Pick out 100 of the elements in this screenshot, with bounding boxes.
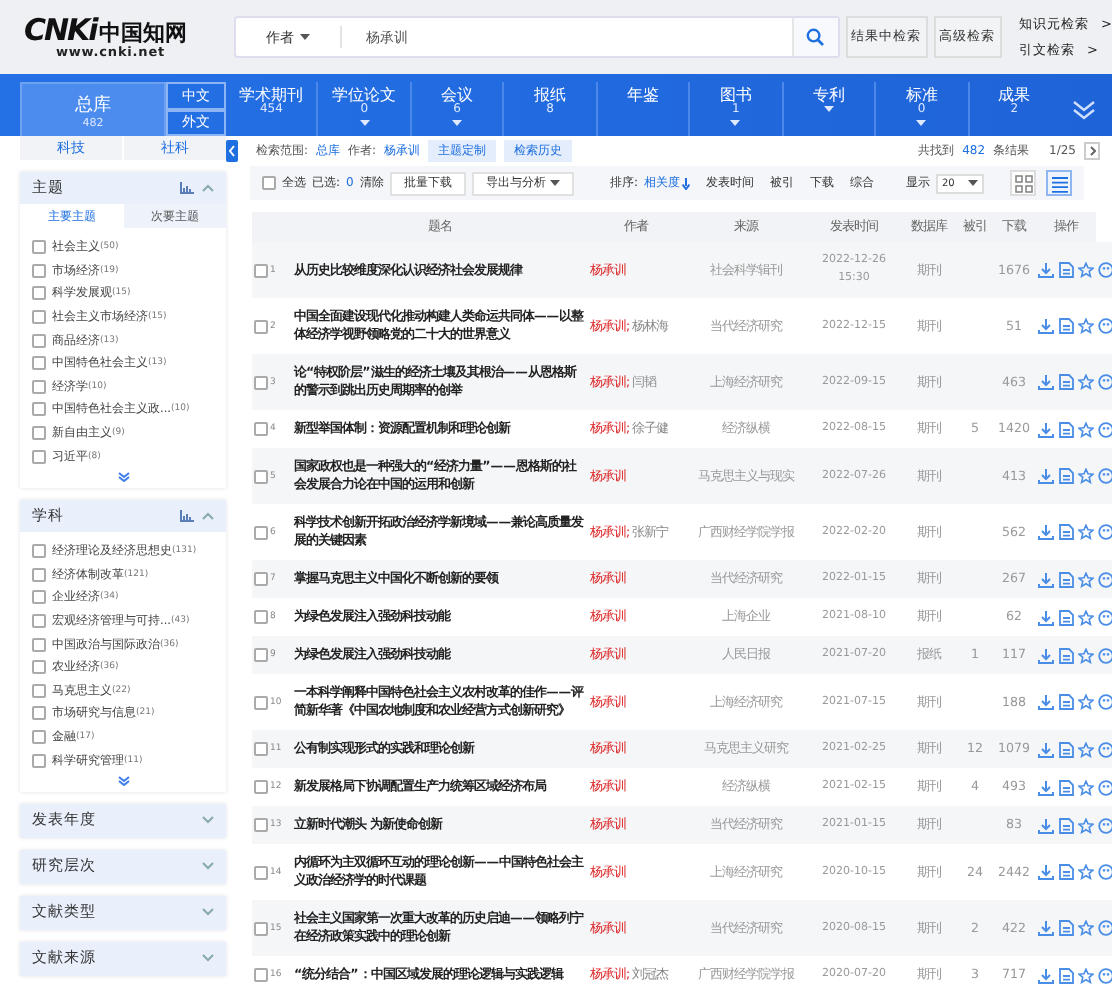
download-icon[interactable] xyxy=(1038,741,1054,757)
list-view-button[interactable] xyxy=(1046,170,1072,196)
checkbox[interactable] xyxy=(254,921,268,935)
download-icon[interactable] xyxy=(1038,262,1054,278)
download-icon[interactable] xyxy=(1038,571,1054,587)
checkbox[interactable] xyxy=(32,637,46,652)
database-tab[interactable]: 专利 xyxy=(783,82,877,136)
quote-icon[interactable] xyxy=(1098,262,1112,278)
document-icon[interactable] xyxy=(1058,609,1074,625)
checkbox[interactable] xyxy=(32,333,46,348)
download-icon[interactable] xyxy=(1038,421,1054,437)
checkbox[interactable] xyxy=(32,310,46,325)
star-icon[interactable] xyxy=(1078,694,1094,710)
checkbox[interactable] xyxy=(254,648,268,662)
star-icon[interactable] xyxy=(1078,468,1094,484)
checkbox[interactable] xyxy=(254,742,268,756)
checkbox[interactable] xyxy=(254,610,268,624)
star-icon[interactable] xyxy=(1078,920,1094,936)
download-icon[interactable] xyxy=(1038,524,1054,540)
next-page-button[interactable] xyxy=(1084,141,1100,159)
star-icon[interactable] xyxy=(1078,864,1094,880)
quote-icon[interactable] xyxy=(1098,609,1112,625)
checkbox[interactable] xyxy=(254,375,268,389)
checkbox[interactable] xyxy=(254,865,268,879)
download-icon[interactable] xyxy=(1038,779,1054,795)
star-icon[interactable] xyxy=(1078,741,1094,757)
quote-icon[interactable] xyxy=(1098,920,1112,936)
grid-view-button[interactable] xyxy=(1010,170,1036,196)
checkbox[interactable] xyxy=(32,449,46,464)
checkbox[interactable] xyxy=(32,683,46,698)
checkbox[interactable] xyxy=(32,263,46,278)
document-icon[interactable] xyxy=(1058,817,1074,833)
checkbox[interactable] xyxy=(32,240,46,255)
star-icon[interactable] xyxy=(1078,318,1094,334)
document-icon[interactable] xyxy=(1058,920,1074,936)
checkbox[interactable] xyxy=(32,660,46,675)
document-icon[interactable] xyxy=(1058,468,1074,484)
download-icon[interactable] xyxy=(1038,920,1054,936)
quote-icon[interactable] xyxy=(1098,647,1112,663)
checkbox[interactable] xyxy=(254,469,268,483)
quote-icon[interactable] xyxy=(1098,694,1112,710)
download-icon[interactable] xyxy=(1038,374,1054,390)
download-icon[interactable] xyxy=(1038,609,1054,625)
checkbox[interactable] xyxy=(262,176,276,190)
star-icon[interactable] xyxy=(1078,374,1094,390)
checkbox[interactable] xyxy=(254,572,268,586)
search-button[interactable] xyxy=(791,18,838,56)
download-icon[interactable] xyxy=(1038,817,1054,833)
download-icon[interactable] xyxy=(1038,694,1054,710)
checkbox[interactable] xyxy=(32,379,46,394)
checkbox[interactable] xyxy=(254,263,268,277)
star-icon[interactable] xyxy=(1078,421,1094,437)
quote-icon[interactable] xyxy=(1098,817,1112,833)
quote-icon[interactable] xyxy=(1098,421,1112,437)
star-icon[interactable] xyxy=(1078,262,1094,278)
document-icon[interactable] xyxy=(1058,864,1074,880)
quote-icon[interactable] xyxy=(1098,779,1112,795)
document-icon[interactable] xyxy=(1058,967,1074,983)
star-icon[interactable] xyxy=(1078,647,1094,663)
quote-icon[interactable] xyxy=(1098,571,1112,587)
checkbox[interactable] xyxy=(254,818,268,832)
checkbox[interactable] xyxy=(32,706,46,721)
star-icon[interactable] xyxy=(1078,817,1094,833)
document-icon[interactable] xyxy=(1058,694,1074,710)
checkbox[interactable] xyxy=(32,590,46,605)
document-icon[interactable] xyxy=(1058,524,1074,540)
star-icon[interactable] xyxy=(1078,967,1094,983)
star-icon[interactable] xyxy=(1078,571,1094,587)
checkbox[interactable] xyxy=(254,319,268,333)
checkbox[interactable] xyxy=(254,968,268,982)
checkbox[interactable] xyxy=(254,695,268,709)
checkbox[interactable] xyxy=(32,567,46,582)
checkbox[interactable] xyxy=(254,780,268,794)
quote-icon[interactable] xyxy=(1098,468,1112,484)
database-tab[interactable]: 年鉴 xyxy=(597,82,691,136)
document-icon[interactable] xyxy=(1058,571,1074,587)
download-icon[interactable] xyxy=(1038,967,1054,983)
checkbox[interactable] xyxy=(32,402,46,417)
quote-icon[interactable] xyxy=(1098,524,1112,540)
quote-icon[interactable] xyxy=(1098,967,1112,983)
document-icon[interactable] xyxy=(1058,741,1074,757)
quote-icon[interactable] xyxy=(1098,318,1112,334)
star-icon[interactable] xyxy=(1078,609,1094,625)
checkbox[interactable] xyxy=(32,544,46,559)
quote-icon[interactable] xyxy=(1098,741,1112,757)
checkbox[interactable] xyxy=(32,426,46,441)
download-icon[interactable] xyxy=(1038,318,1054,334)
download-icon[interactable] xyxy=(1038,864,1054,880)
checkbox[interactable] xyxy=(32,286,46,301)
quote-icon[interactable] xyxy=(1098,374,1112,390)
checkbox[interactable] xyxy=(32,753,46,768)
document-icon[interactable] xyxy=(1058,262,1074,278)
checkbox[interactable] xyxy=(32,356,46,371)
checkbox[interactable] xyxy=(254,422,268,436)
quote-icon[interactable] xyxy=(1098,864,1112,880)
checkbox[interactable] xyxy=(32,614,46,629)
document-icon[interactable] xyxy=(1058,374,1074,390)
download-icon[interactable] xyxy=(1038,647,1054,663)
document-icon[interactable] xyxy=(1058,421,1074,437)
download-icon[interactable] xyxy=(1038,468,1054,484)
